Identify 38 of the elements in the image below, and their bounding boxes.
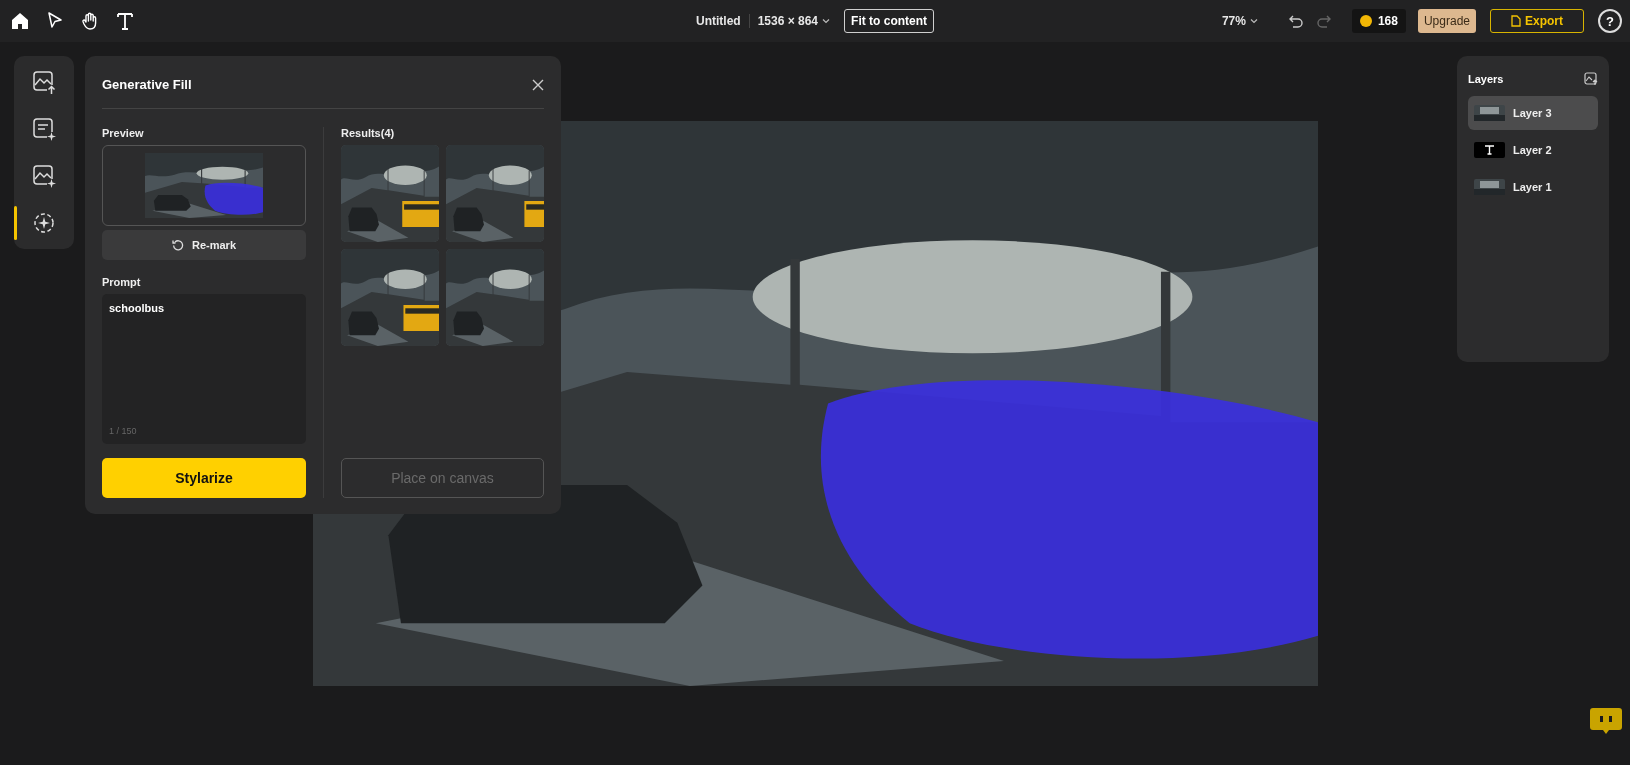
export-button[interactable]: Export bbox=[1490, 9, 1584, 33]
document-title[interactable]: Untitled bbox=[695, 14, 741, 28]
image-thumbnail-icon bbox=[1474, 105, 1505, 121]
text-tool-icon[interactable] bbox=[115, 11, 135, 31]
layer-item[interactable]: Layer 2 bbox=[1468, 133, 1598, 167]
fit-to-content-button[interactable]: Fit to content bbox=[844, 9, 935, 33]
upgrade-button[interactable]: Upgrade bbox=[1417, 9, 1476, 33]
image-upload-icon[interactable] bbox=[32, 70, 56, 94]
help-button[interactable]: ? bbox=[1598, 9, 1622, 33]
image-sparkle-icon[interactable] bbox=[32, 164, 56, 188]
pointer-icon[interactable] bbox=[45, 11, 65, 31]
panel-title: Layers bbox=[1468, 73, 1504, 85]
section-label: Preview bbox=[102, 127, 145, 139]
coin-icon bbox=[1359, 15, 1372, 27]
panel-title: Generative Fill bbox=[102, 77, 192, 92]
zoom-dropdown[interactable]: 77% bbox=[1221, 14, 1258, 28]
text-layer-icon bbox=[1474, 142, 1505, 158]
file-icon bbox=[1511, 15, 1521, 27]
redo-icon[interactable] bbox=[1315, 13, 1332, 29]
character-counter: 1 / 150 bbox=[109, 426, 137, 436]
stylarize-button[interactable]: Stylarize bbox=[102, 458, 306, 498]
add-layer-icon[interactable] bbox=[1584, 72, 1598, 86]
sparkle-circle-icon[interactable] bbox=[32, 211, 56, 235]
reset-icon bbox=[172, 239, 184, 251]
undo-icon[interactable] bbox=[1287, 13, 1304, 29]
caret-icon bbox=[822, 18, 831, 24]
home-icon[interactable] bbox=[10, 11, 30, 31]
section-label: Prompt bbox=[102, 276, 142, 288]
image-thumbnail-icon bbox=[1474, 179, 1505, 195]
re-mark-button[interactable]: Re-mark bbox=[102, 230, 306, 260]
chat-icon[interactable] bbox=[1590, 708, 1622, 734]
close-icon[interactable] bbox=[532, 78, 544, 91]
canvas-size-dropdown[interactable]: 1536 × 864 bbox=[757, 14, 831, 28]
caret-icon bbox=[1249, 18, 1258, 24]
credits-count: 168 bbox=[1377, 14, 1398, 28]
layer-item[interactable]: Layer 1 bbox=[1468, 170, 1598, 204]
text-sparkle-icon[interactable] bbox=[32, 117, 56, 141]
layer-item[interactable]: Layer 3 bbox=[1468, 96, 1598, 130]
